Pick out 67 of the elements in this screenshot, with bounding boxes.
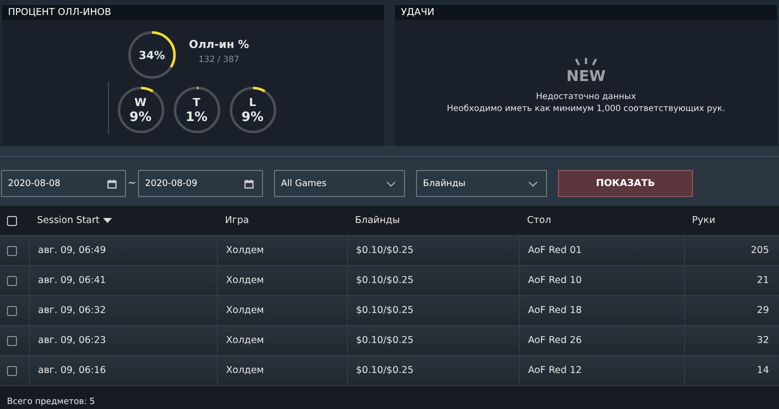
ring-value: 34% bbox=[138, 48, 166, 62]
sort-icon bbox=[103, 218, 112, 223]
table-cell: $0.10/$0.25 bbox=[356, 275, 414, 286]
total-count: Всего предметов: 5 bbox=[7, 397, 95, 407]
table-cell: Холдем bbox=[226, 365, 264, 376]
table-cell: 205 bbox=[750, 245, 769, 256]
table-cell: $0.10/$0.25 bbox=[356, 335, 414, 346]
table-cell: Холдем bbox=[226, 245, 264, 256]
table-cell: AoF Red 12 bbox=[528, 365, 582, 376]
table-cell: AoF Red 26 bbox=[528, 335, 582, 346]
checkbox[interactable] bbox=[7, 246, 17, 256]
table-cell: AoF Red 10 bbox=[528, 275, 582, 286]
column-header[interactable]: Игра bbox=[225, 215, 249, 226]
table-cell: $0.10/$0.25 bbox=[356, 365, 414, 376]
ring-letter: L bbox=[248, 96, 256, 108]
table-cell: авг. 09, 06:49 bbox=[38, 245, 106, 256]
message-text: Недостаточно данных bbox=[536, 91, 636, 103]
date-field[interactable]: 2020-08-09 bbox=[138, 170, 263, 197]
column-header[interactable]: Session Start bbox=[37, 215, 112, 226]
table-cell: авг. 09, 06:32 bbox=[38, 305, 106, 316]
table-cell: Холдем bbox=[226, 305, 264, 316]
stat-label: Олл-ин % bbox=[188, 38, 250, 50]
progress-ring bbox=[126, 30, 177, 80]
game-dropdown[interactable]: All Games bbox=[274, 170, 405, 197]
message-text: Необходимо иметь как минимум 1,000 соответствующих рук. bbox=[446, 103, 726, 115]
ring-value: 9% bbox=[129, 110, 152, 124]
table-cell: авг. 09, 06:23 bbox=[38, 335, 106, 346]
chevron-icon bbox=[386, 180, 396, 186]
checkbox[interactable] bbox=[7, 216, 17, 226]
table-cell: Холдем bbox=[226, 335, 264, 346]
calendar-icon bbox=[107, 178, 117, 188]
table-cell: авг. 09, 06:16 bbox=[38, 365, 106, 376]
progress-ring bbox=[172, 86, 220, 134]
progress-ring bbox=[228, 86, 276, 134]
progress-ring bbox=[116, 86, 164, 134]
checkbox[interactable] bbox=[7, 276, 17, 286]
show-button[interactable]: ПОКАЗАТЬ bbox=[558, 170, 693, 197]
ring-letter: W bbox=[134, 96, 147, 108]
column-header[interactable]: Стол bbox=[527, 215, 552, 226]
ring-letter: T bbox=[192, 96, 200, 108]
table-cell: AoF Red 01 bbox=[528, 245, 582, 256]
chevron-icon bbox=[528, 180, 538, 186]
table-cell: Холдем bbox=[226, 275, 264, 286]
ring-value: 1% bbox=[185, 110, 208, 124]
rays-icon bbox=[573, 57, 599, 67]
table-cell: 14 bbox=[756, 365, 769, 376]
column-header[interactable]: Блайнды bbox=[355, 215, 400, 226]
calendar-icon bbox=[244, 178, 254, 188]
panel-title: ПРОЦЕНТ ОЛЛ-ИНОВ bbox=[2, 5, 384, 20]
table-cell: 29 bbox=[756, 305, 769, 316]
table-cell: $0.10/$0.25 bbox=[356, 305, 414, 316]
table-cell: 21 bbox=[756, 275, 769, 286]
checkbox[interactable] bbox=[7, 336, 17, 346]
ring-value: 9% bbox=[241, 110, 264, 124]
stat-count: 132 / 387 bbox=[198, 54, 240, 64]
date-field[interactable]: 2020-08-08 bbox=[1, 170, 126, 197]
table-cell: авг. 09, 06:41 bbox=[38, 275, 106, 286]
checkbox[interactable] bbox=[7, 306, 17, 316]
table-cell: AoF Red 18 bbox=[528, 305, 582, 316]
range-separator: ~ bbox=[126, 178, 138, 189]
column-header[interactable]: Руки bbox=[692, 215, 716, 226]
new-label: NEW bbox=[566, 67, 606, 85]
panel-title: УДАЧИ bbox=[395, 5, 777, 20]
checkbox[interactable] bbox=[7, 366, 17, 376]
table-cell: $0.10/$0.25 bbox=[356, 245, 414, 256]
table-cell: 32 bbox=[756, 335, 769, 346]
blinds-dropdown[interactable]: Блайнды bbox=[416, 170, 547, 197]
